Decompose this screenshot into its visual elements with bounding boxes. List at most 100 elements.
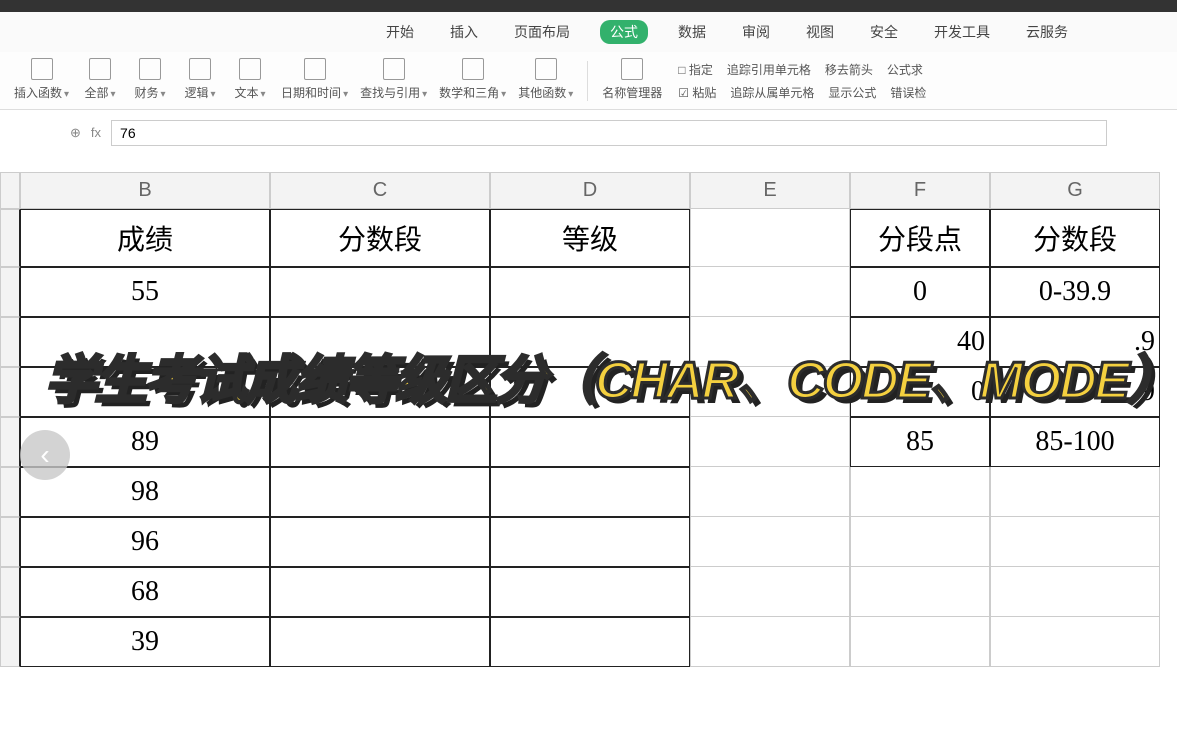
rr-remove-arrow[interactable]: 移去箭头	[825, 61, 873, 78]
cell[interactable]	[690, 209, 850, 267]
cell[interactable]	[990, 567, 1160, 617]
fx-label-icon[interactable]: fx	[91, 125, 101, 141]
row-stub[interactable]	[0, 467, 20, 517]
spreadsheet[interactable]: B C D E F G 成绩 分数段 等级 分段点 分数段 55 0 0-39.…	[0, 156, 1177, 667]
ribbon-text-button[interactable]: 文本	[227, 58, 273, 101]
ribbon-datetime-button[interactable]: 日期和时间	[277, 58, 352, 101]
cell[interactable]: .9	[990, 317, 1160, 367]
cell[interactable]: .9	[990, 367, 1160, 417]
cell[interactable]: 55	[20, 267, 270, 317]
cell[interactable]	[490, 617, 690, 667]
tab-formula[interactable]: 公式	[600, 20, 648, 44]
rr-trace-dep[interactable]: 追踪从属单元格	[730, 84, 814, 101]
ribbon-lookup-button[interactable]: 查找与引用	[356, 58, 431, 101]
cell[interactable]	[690, 467, 850, 517]
cell[interactable]: 85	[850, 417, 990, 467]
cell[interactable]: 0	[850, 367, 990, 417]
cell[interactable]	[20, 317, 270, 367]
cell[interactable]: 分数段	[990, 209, 1160, 267]
col-C[interactable]: C	[270, 172, 490, 209]
cell[interactable]	[490, 517, 690, 567]
cell[interactable]	[270, 617, 490, 667]
row-stub[interactable]	[0, 567, 20, 617]
tab-start[interactable]: 开始	[380, 20, 420, 44]
col-D[interactable]: D	[490, 172, 690, 209]
formula-input[interactable]	[111, 120, 1107, 146]
cell[interactable]	[690, 267, 850, 317]
rr-show-formula[interactable]: 显示公式	[828, 84, 876, 101]
cell[interactable]	[850, 567, 990, 617]
col-F[interactable]: F	[850, 172, 990, 209]
row-stub[interactable]	[0, 267, 20, 317]
cell[interactable]	[490, 267, 690, 317]
cell[interactable]	[990, 467, 1160, 517]
cell[interactable]	[690, 567, 850, 617]
ribbon-finance-button[interactable]: 财务	[127, 58, 173, 101]
cell[interactable]	[490, 567, 690, 617]
tab-insert[interactable]: 插入	[444, 20, 484, 44]
row-stub[interactable]	[0, 517, 20, 567]
tab-data[interactable]: 数据	[672, 20, 712, 44]
cell[interactable]	[270, 417, 490, 467]
tab-view[interactable]: 视图	[800, 20, 840, 44]
cell[interactable]	[690, 367, 850, 417]
row-stub[interactable]	[0, 317, 20, 367]
cell[interactable]: 0	[850, 267, 990, 317]
ribbon-namemgr-button[interactable]: 名称管理器	[598, 58, 666, 101]
cell[interactable]	[490, 417, 690, 467]
cell[interactable]	[490, 317, 690, 367]
cell[interactable]	[270, 317, 490, 367]
cell[interactable]	[490, 367, 690, 417]
rr-formula-eval[interactable]: 公式求	[887, 61, 923, 78]
cell[interactable]	[850, 617, 990, 667]
rr-error-check[interactable]: 错误检	[890, 84, 926, 101]
row-stub[interactable]	[0, 417, 20, 467]
rr-specify[interactable]: □ 指定	[678, 61, 713, 78]
back-button[interactable]: ‹	[20, 430, 70, 480]
cell[interactable]	[690, 317, 850, 367]
col-B[interactable]: B	[20, 172, 270, 209]
ribbon-insertfn-button[interactable]: 插入函数	[10, 58, 73, 101]
cell[interactable]: 等级	[490, 209, 690, 267]
cell[interactable]	[990, 617, 1160, 667]
cell[interactable]	[850, 467, 990, 517]
cell[interactable]	[270, 267, 490, 317]
cell[interactable]: 成绩	[20, 209, 270, 267]
cell[interactable]: 96	[20, 517, 270, 567]
cell[interactable]	[20, 367, 270, 417]
cell[interactable]	[490, 467, 690, 517]
row-stub[interactable]	[0, 617, 20, 667]
tab-layout[interactable]: 页面布局	[508, 20, 576, 44]
cell[interactable]	[990, 517, 1160, 567]
row-stub[interactable]	[0, 367, 20, 417]
cell[interactable]: 85-100	[990, 417, 1160, 467]
cell[interactable]: 分段点	[850, 209, 990, 267]
ribbon-math-button[interactable]: 数学和三角	[435, 58, 510, 101]
cell[interactable]: 39	[20, 617, 270, 667]
ribbon-all-button[interactable]: 全部	[77, 58, 123, 101]
cell[interactable]	[690, 417, 850, 467]
cell[interactable]: 0-39.9	[990, 267, 1160, 317]
tab-review[interactable]: 审阅	[736, 20, 776, 44]
cell[interactable]	[850, 517, 990, 567]
cell[interactable]: 40	[850, 317, 990, 367]
col-E[interactable]: E	[690, 172, 850, 209]
col-corner[interactable]	[0, 172, 20, 209]
cell[interactable]	[270, 567, 490, 617]
cell[interactable]	[270, 517, 490, 567]
cell[interactable]: 68	[20, 567, 270, 617]
rr-paste[interactable]: ☑ 粘贴	[678, 84, 716, 101]
cell[interactable]: 分数段	[270, 209, 490, 267]
row-stub[interactable]	[0, 209, 20, 267]
tab-security[interactable]: 安全	[864, 20, 904, 44]
tab-devtools[interactable]: 开发工具	[928, 20, 996, 44]
cell[interactable]	[270, 467, 490, 517]
ribbon-logic-button[interactable]: 逻辑	[177, 58, 223, 101]
ribbon-other-button[interactable]: 其他函数	[514, 58, 577, 101]
rr-trace-ref[interactable]: 追踪引用单元格	[727, 61, 811, 78]
col-G[interactable]: G	[990, 172, 1160, 209]
cell[interactable]	[270, 367, 490, 417]
cell[interactable]	[690, 617, 850, 667]
target-icon[interactable]: ⊕	[70, 125, 81, 141]
cell[interactable]	[690, 517, 850, 567]
